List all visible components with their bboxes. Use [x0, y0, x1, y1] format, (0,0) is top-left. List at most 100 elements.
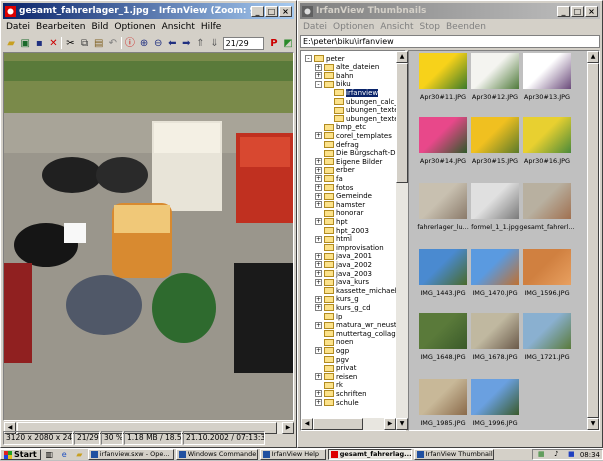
expand-toggle-icon[interactable]: +	[315, 373, 322, 381]
folder-tree[interactable]: - peter + alte_dateien + bahn - biku irfanview ub…	[300, 50, 406, 431]
expand-toggle-icon[interactable]: +	[315, 184, 322, 191]
expand-toggle-icon[interactable]: +	[315, 235, 322, 243]
tray-language-icon[interactable]: ■	[565, 448, 578, 461]
undo-icon[interactable]: ↶	[107, 37, 119, 50]
thumbnail-item[interactable]: fahrerlager_lu...	[413, 183, 473, 247]
thumbnail-item[interactable]: IMG_1721.JPG	[517, 313, 577, 377]
explorer-icon[interactable]: ▰	[73, 448, 86, 461]
settings-icon[interactable]: ◩	[282, 37, 294, 50]
save-icon[interactable]: ▪	[33, 37, 45, 50]
expand-toggle-icon[interactable]: +	[315, 132, 322, 140]
menu-ansicht[interactable]: Ansicht	[159, 22, 198, 32]
expand-toggle-icon[interactable]: +	[315, 158, 322, 166]
show-desktop-icon[interactable]: ▥	[43, 448, 56, 461]
expand-toggle-icon[interactable]: +	[315, 399, 322, 406]
thumbnail-item[interactable]: Apr30#13.JPG	[517, 53, 577, 117]
taskbar-button[interactable]: gesamt_fahrerlag...	[327, 449, 412, 460]
internet-explorer-icon[interactable]: e	[58, 448, 71, 461]
thumbnail-item[interactable]: IMG_1985.JPG	[413, 379, 473, 430]
grid-vertical-scrollbar[interactable]: ▲ ▼	[587, 51, 599, 430]
start-button[interactable]: Start	[0, 449, 41, 460]
tree-hscroll-thumb[interactable]	[313, 418, 363, 430]
image-viewport[interactable]	[3, 52, 294, 421]
tree-horizontal-scrollbar[interactable]: ◀ ▶	[301, 418, 396, 430]
copy-icon[interactable]: ⧉	[79, 37, 91, 50]
scroll-right-icon[interactable]: ▶	[384, 418, 396, 430]
expand-toggle-icon[interactable]: -	[315, 80, 322, 88]
thumbnail-item[interactable]: Apr30#12.JPG	[465, 53, 525, 117]
menu-beenden[interactable]: Beenden	[443, 22, 489, 32]
expand-toggle-icon[interactable]: +	[315, 63, 322, 71]
expand-toggle-icon[interactable]: +	[315, 72, 322, 80]
menu-datei[interactable]: Datei	[300, 22, 330, 32]
taskbar-button[interactable]: IrfanView Help	[259, 449, 326, 460]
thumbnail-item[interactable]: IMG_1648.JPG	[413, 313, 473, 377]
expand-toggle-icon[interactable]: +	[315, 175, 322, 183]
close-button[interactable]: ×	[279, 5, 292, 17]
first-page-icon[interactable]: ⇑	[194, 37, 206, 50]
expand-toggle-icon[interactable]: +	[315, 390, 322, 398]
taskbar-button[interactable]: Windows Commande...	[175, 449, 258, 460]
minimize-button[interactable]: _	[251, 5, 264, 17]
thumbnail-item[interactable]: Apr30#15.JPG	[465, 117, 525, 181]
expand-toggle-icon[interactable]: +	[315, 261, 322, 269]
thumbnail-item[interactable]: IMG_1996.JPG	[465, 379, 525, 430]
menu-bearbeiten[interactable]: Bearbeiten	[33, 22, 88, 32]
previous-arrow-icon[interactable]: ⬅	[166, 37, 178, 50]
tray-network-icon[interactable]: ▦	[535, 448, 548, 461]
path-field[interactable]: E:\peter\biku\irfanview	[300, 35, 600, 48]
menu-hilfe[interactable]: Hilfe	[198, 22, 224, 32]
expand-toggle-icon[interactable]: +	[315, 278, 322, 286]
zoom-in-icon[interactable]: ⊕	[138, 37, 150, 50]
thumbnail-item[interactable]: IMG_1470.JPG	[465, 249, 525, 313]
paint-icon[interactable]: P	[268, 37, 280, 50]
thumbnails-titlebar[interactable]: IrfanView Thumbnails _ □ ×	[300, 3, 600, 19]
scroll-up-icon[interactable]: ▲	[587, 51, 599, 63]
irfanview-titlebar[interactable]: gesamt_fahrerlager_1.jpg - IrfanView (Zo…	[3, 3, 294, 19]
thumbnail-item[interactable]: Apr30#14.JPG	[413, 117, 473, 181]
menu-datei[interactable]: Datei	[3, 22, 33, 32]
expand-toggle-icon[interactable]: +	[315, 347, 322, 355]
menu-optionen[interactable]: Optionen	[330, 22, 377, 32]
taskbar-button[interactable]: irfanview.sxw - Ope...	[87, 449, 174, 460]
scroll-down-icon[interactable]: ▼	[587, 418, 599, 430]
tray-volume-icon[interactable]: ♪	[550, 448, 563, 461]
expand-toggle-icon[interactable]: +	[315, 295, 322, 303]
maximize-button[interactable]: □	[265, 5, 278, 17]
grid-scroll-thumb[interactable]	[587, 63, 599, 418]
scroll-left-icon[interactable]: ◀	[301, 418, 313, 430]
page-number-field[interactable]: 21/29	[222, 36, 264, 50]
open-folder-icon[interactable]: ▰	[5, 37, 17, 50]
expand-toggle-icon[interactable]: -	[305, 55, 312, 62]
thumbnail-item[interactable]: Apr30#16.JPG	[517, 117, 577, 181]
expand-toggle-icon[interactable]: +	[315, 192, 322, 200]
expand-toggle-icon[interactable]: +	[315, 201, 322, 209]
thumbnail-grid[interactable]: Apr30#11.JPG Apr30#12.JPG Apr30#13.JPG Apr3…	[408, 50, 600, 431]
slideshow-icon[interactable]: ▣	[19, 37, 31, 50]
tree-vertical-scrollbar[interactable]: ▲ ▼	[396, 51, 408, 430]
thumbnail-item[interactable]: formel_1_1.jpg	[465, 183, 525, 247]
minimize-button[interactable]: _	[557, 5, 570, 17]
cut-icon[interactable]: ✂	[64, 37, 76, 50]
taskbar-button[interactable]: IrfanView Thumbnails	[413, 449, 494, 460]
tree-scroll-thumb[interactable]	[396, 63, 408, 183]
thumbnail-item[interactable]: IMG_1443.JPG	[413, 249, 473, 313]
scroll-up-icon[interactable]: ▲	[396, 51, 408, 63]
last-page-icon[interactable]: ⇓	[209, 37, 221, 50]
next-arrow-icon[interactable]: ➡	[180, 37, 192, 50]
paste-icon[interactable]: ▤	[93, 37, 105, 50]
info-icon[interactable]: ⓘ	[124, 37, 136, 50]
thumbnail-item[interactable]: IMG_1678.JPG	[465, 313, 525, 377]
menu-stop[interactable]: Stop	[417, 22, 443, 32]
menu-bild[interactable]: Bild	[88, 22, 111, 32]
expand-toggle-icon[interactable]: +	[315, 218, 322, 226]
expand-toggle-icon[interactable]: +	[315, 321, 322, 329]
expand-toggle-icon[interactable]: +	[315, 252, 322, 260]
delete-icon[interactable]: ✕	[47, 37, 59, 50]
zoom-out-icon[interactable]: ⊖	[152, 37, 164, 50]
tree-node[interactable]: + schule	[315, 398, 359, 407]
thumbnail-item[interactable]: Apr30#11.JPG	[413, 53, 473, 117]
menu-optionen[interactable]: Optionen	[111, 22, 158, 32]
menu-ansicht[interactable]: Ansicht	[377, 22, 416, 32]
close-button[interactable]: ×	[585, 5, 598, 17]
